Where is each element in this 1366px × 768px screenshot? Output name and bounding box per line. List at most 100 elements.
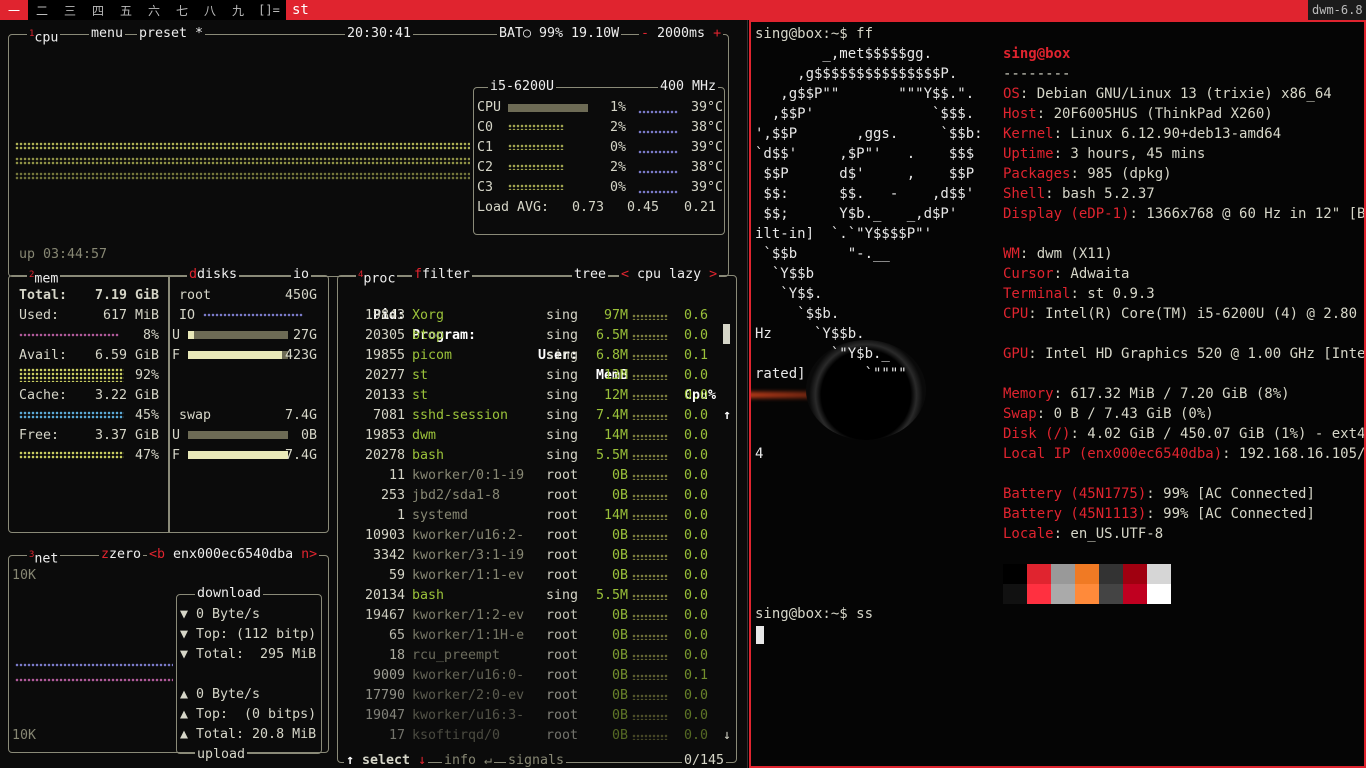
ascii-line: _,met$$$$$gg. — [755, 46, 933, 62]
palette-swatch — [1051, 584, 1075, 604]
scrollbar-thumb[interactable] — [723, 324, 730, 344]
info-line: Disk (/): 4.02 GiB / 450.07 GiB (1%) - e… — [1003, 426, 1366, 442]
tag-8[interactable]: 八 — [196, 0, 224, 20]
cpu-core-row: CPU 1% 39°C — [477, 100, 723, 115]
clock: 20:30:41 — [345, 25, 414, 43]
tag-4[interactable]: 四 — [84, 0, 112, 20]
mem-cache-pct: 45% — [19, 406, 159, 426]
update-rate[interactable]: - 2000ms + — [639, 25, 724, 43]
preset-button[interactable]: preset * — [137, 25, 206, 43]
mem-used-pct: 8% — [19, 326, 159, 346]
palette-swatch — [1099, 564, 1123, 584]
tag-7[interactable]: 七 — [168, 0, 196, 20]
signals-button[interactable]: signals — [506, 754, 567, 768]
cpu-panel: i5-6200U 400 MHz CPU 1% 39°C C0 2% 38°C C1 0% 39… — [473, 78, 725, 235]
ascii-line: rated] `"""" — [755, 366, 907, 382]
ascii-line: `Y$$b — [755, 266, 815, 282]
info-line: OS: Debian GNU/Linux 13 (trixie) x86_64 — [1003, 86, 1332, 102]
info-line: Cursor: Adwaita — [1003, 266, 1130, 282]
terminal-cursor[interactable] — [756, 626, 764, 644]
info-line: GPU: Intel HD Graphics 520 @ 1.00 GHz [I… — [1003, 346, 1366, 362]
net-stats: download ▼ 0 Byte/s ▼ Top: (112 bitp) ▼ … — [176, 585, 322, 765]
prompt-ss: sing@box:~$ ss — [755, 606, 874, 622]
info-button[interactable]: info ↵ — [442, 754, 495, 768]
info-line: Host: 20F6005HUS (ThinkPad X260) — [1003, 106, 1273, 122]
palette-swatch — [1147, 584, 1171, 604]
load-avg: Load AVG: 0.73 0.45 0.21 — [477, 200, 717, 215]
tag-5[interactable]: 五 — [112, 0, 140, 20]
ascii-line: `$$b "-.__ — [755, 246, 890, 262]
mem-cache: Cache: 3.22 GiB — [19, 388, 159, 403]
palette-swatch — [1003, 564, 1027, 584]
info-line: Shell: bash 5.2.37 — [1003, 186, 1155, 202]
proc-box: 4proc ffilter tree < cpu lazy > Pid: Pro… — [337, 266, 737, 768]
sort-selector[interactable]: < cpu lazy > — [619, 266, 720, 284]
proc-count: 0/145 — [682, 753, 727, 768]
info-line: WM: dwm (X11) — [1003, 246, 1113, 262]
info-line: Local IP (enx000ec6540dba): 192.168.16.1… — [1003, 446, 1366, 462]
ascii-line: `$$b. — [755, 306, 840, 322]
palette-swatch — [1147, 564, 1171, 584]
battery-status: BAT○ 99% 19.10W — [497, 25, 622, 43]
ascii-line: ',$$P ,ggs. `$$b: — [755, 126, 983, 142]
info-line: Battery (45N1113): 99% [AC Connected] — [1003, 506, 1315, 522]
terminal-window[interactable]: sing@box:~$ ff _,met$$$$$gg. ,g$$$$$$$$$… — [749, 20, 1366, 768]
tag-2[interactable]: 二 — [28, 0, 56, 20]
dwm-bar: 一 二 三 四 五 六 七 八 九 []= st dwm-6.8 — [0, 0, 1366, 20]
mem-avail-pct: 92% — [19, 366, 159, 386]
info-line: Battery (45N1775): 99% [AC Connected] — [1003, 486, 1315, 502]
iface-selector[interactable]: <b enx000ec6540dba n> — [147, 546, 320, 564]
mem-avail: Avail: 6.59 GiB — [19, 348, 159, 363]
palette-swatch — [1075, 584, 1099, 604]
palette-swatch — [1123, 584, 1147, 604]
disks-divider — [168, 276, 170, 533]
prompt-ff: sing@box:~$ ff — [755, 26, 874, 42]
palette-swatch — [1099, 584, 1123, 604]
upload-label: upload — [195, 745, 248, 765]
ascii-line: ,g$$P"" """Y$$.". — [755, 86, 975, 102]
net-scale-bottom: 10K — [12, 728, 37, 743]
bar-fill — [1299, 0, 1308, 20]
tree-toggle[interactable]: tree — [572, 266, 609, 284]
swap: swap 7.4G — [179, 408, 317, 423]
net-box: 3net zzero <b enx000ec6540dba n> 10K 10K… — [8, 546, 329, 765]
zero-toggle[interactable]: zzero — [99, 546, 144, 564]
info-line: Display (eDP-1): 1366x768 @ 60 Hz in 12"… — [1003, 206, 1366, 222]
ascii-line: `d$$' ,$P"' . $$$ — [755, 146, 975, 162]
up-top: ▲ Top: (0 bitps) — [180, 707, 317, 722]
info-line: Locale: en_US.UTF-8 — [1003, 526, 1164, 542]
mem-total: Total: 7.19 GiB — [19, 288, 159, 303]
cpu-title[interactable]: 1cpu — [27, 25, 61, 48]
btop-window[interactable]: 1cpu menu preset * 20:30:41 BAT○ 99% 19.… — [0, 20, 748, 768]
info-line: Packages: 985 (dpkg) — [1003, 166, 1172, 182]
menu-button[interactable]: menu — [89, 25, 126, 43]
layout-indicator[interactable]: []= — [252, 3, 286, 17]
mem-box: 2mem Total: 7.19 GiB Used: 617 MiB 8% Avai… — [8, 266, 329, 533]
filter-button[interactable]: ffilter — [412, 266, 473, 284]
info-line: Kernel: Linux 6.12.90+deb13-amd64 — [1003, 126, 1282, 142]
disk-root: root 450G — [179, 288, 317, 303]
cpu-core-row: C2 2% 38°C — [477, 160, 723, 175]
download-label: download — [195, 585, 264, 603]
io-toggle[interactable]: io — [291, 266, 312, 284]
info-line: Memory: 617.32 MiB / 7.20 GiB (8%) — [1003, 386, 1290, 402]
scroll-down-arrow[interactable]: ↓ — [723, 726, 731, 746]
ascii-line: `"Y$b._ — [755, 346, 890, 362]
tag-3[interactable]: 三 — [56, 0, 84, 20]
palette-swatch — [1075, 564, 1099, 584]
tag-1[interactable]: 一 — [0, 0, 28, 20]
info-line: CPU: Intel(R) Core(TM) i5-6200U (4) @ 2.… — [1003, 306, 1366, 322]
mem-free: Free: 3.37 GiB — [19, 428, 159, 443]
tag-9[interactable]: 九 — [224, 0, 252, 20]
ff-user: sing@box — [1003, 46, 1071, 62]
select-button[interactable]: ↑ select ↓ — [344, 754, 429, 768]
disks-title[interactable]: ddisks — [187, 266, 240, 284]
mem-free-pct: 47% — [19, 446, 159, 466]
disk-used: U 27G — [172, 328, 317, 343]
swap-free: F 7.4G — [172, 448, 317, 463]
ascii-line: `Y$$. — [755, 286, 823, 302]
tag-6[interactable]: 六 — [140, 0, 168, 20]
ascii-line: Hz `Y$$b. — [755, 326, 865, 342]
ascii-line: 4 — [755, 446, 764, 462]
info-line: Swap: 0 B / 7.43 GiB (0%) — [1003, 406, 1214, 422]
